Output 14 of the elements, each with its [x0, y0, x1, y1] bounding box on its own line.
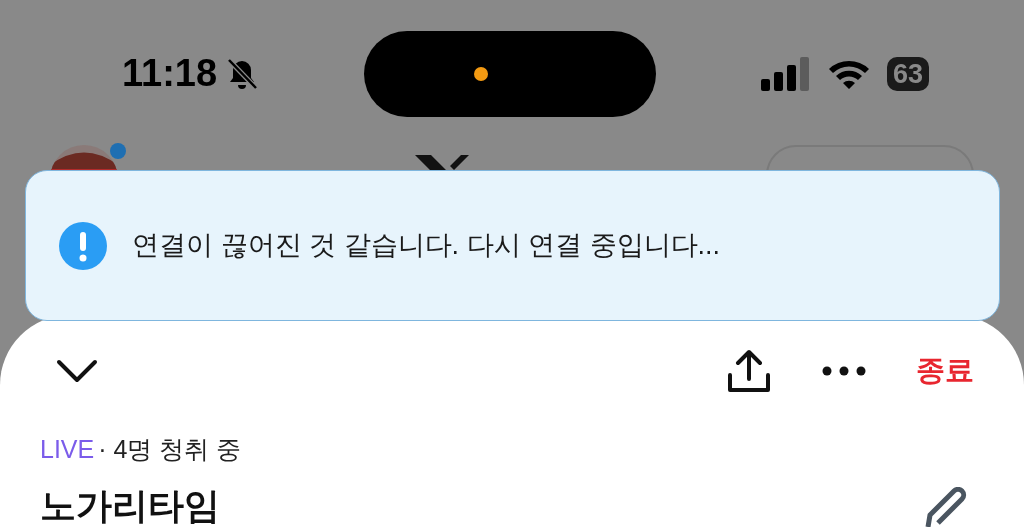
alert-icon	[58, 220, 108, 271]
live-label: LIVE	[40, 434, 95, 465]
share-icon[interactable]	[726, 349, 772, 393]
listener-count: · 4명 청취 중	[98, 434, 242, 465]
collapse-chevron-icon[interactable]	[56, 359, 98, 383]
logo-icon	[413, 155, 471, 170]
toast-message: 연결이 끊어진 것 같습니다. 다시 연결 중입니다...	[132, 229, 720, 263]
end-button[interactable]: 종료	[916, 349, 974, 393]
more-options-icon[interactable]	[822, 366, 866, 376]
space-title: 노가리타임	[40, 483, 220, 528]
clock-time: 11:18	[122, 51, 218, 96]
privacy-indicator-icon	[474, 66, 488, 81]
signal-icon	[760, 56, 811, 91]
battery-level: 63	[886, 56, 929, 91]
